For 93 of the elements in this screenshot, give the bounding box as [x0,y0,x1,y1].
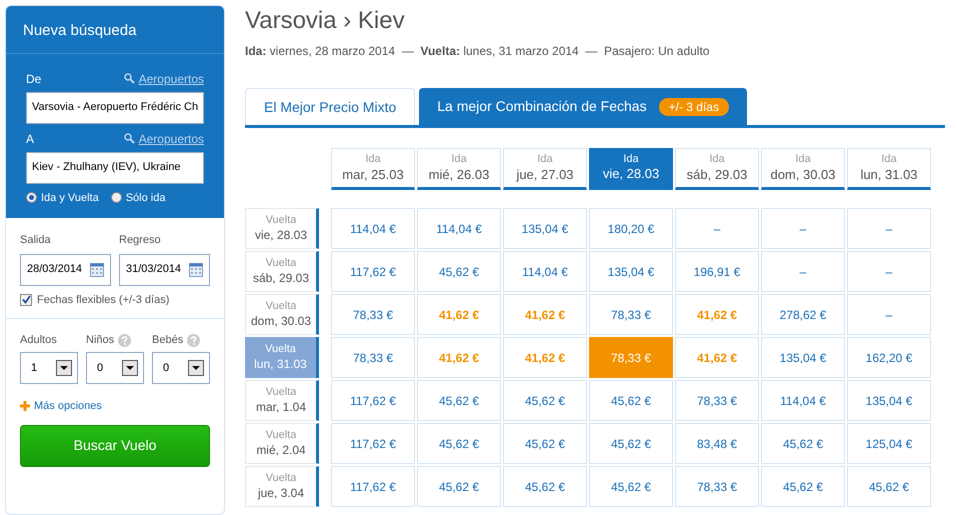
price-cell[interactable]: 114,04 € [503,251,587,292]
dropdown-icon [122,360,138,376]
airports-link[interactable]: Aeropuertos [138,70,204,88]
search-icon [124,133,135,144]
field-label: A [26,130,34,148]
price-cell[interactable]: 278,62 € [761,294,845,335]
tab[interactable]: El Mejor Precio Mixto [245,88,416,125]
price-cell[interactable]: 78,33 € [675,466,759,507]
price-cell[interactable]: 162,20 € [847,337,931,378]
price-cell[interactable]: 45,62 € [589,380,673,421]
price-cell[interactable]: – [847,294,931,335]
price-cell[interactable]: 45,62 € [589,423,673,464]
departure-date-header[interactable]: Ida vie, 28.03 [589,148,673,190]
price-cell[interactable]: 117,62 € [331,251,415,292]
origin-field[interactable]: Varsovia - Aeropuerto Frédéric Ch [26,92,204,124]
price-cell[interactable]: 45,62 € [847,466,931,507]
price-cell[interactable]: 45,62 € [761,466,845,507]
checkbox-label: Fechas flexibles (+/-3 días) [37,292,170,308]
radio-label: Ida y Vuelta [41,190,99,206]
price-cell[interactable]: 125,04 € [847,423,931,464]
checkbox[interactable] [20,294,32,306]
price-cell[interactable]: – [847,208,931,249]
price-cell[interactable]: 45,62 € [417,423,501,464]
price-cell[interactable]: 135,04 € [503,208,587,249]
price-cell[interactable]: 45,62 € [503,380,587,421]
radio-label: Sólo ida [126,190,166,206]
price-cell[interactable]: 78,33 € [589,294,673,335]
price-cell[interactable]: 45,62 € [761,423,845,464]
date-field[interactable]: 31/03/2014 [119,254,210,286]
airports-link[interactable]: Aeropuertos [138,130,204,148]
date-label: Salida [20,233,52,248]
price-cell[interactable]: 117,62 € [331,423,415,464]
price-cell[interactable]: 135,04 € [589,251,673,292]
price-cell[interactable]: 78,33 € [675,380,759,421]
radio-button[interactable] [26,192,37,204]
days-badge: +/- 3 días [658,98,729,116]
tab[interactable]: La mejor Combinación de Fechas +/- 3 días [419,88,747,125]
dropdown-icon [56,360,72,376]
price-cell[interactable]: 83,48 € [675,423,759,464]
price-cell[interactable]: 45,62 € [417,251,501,292]
field-label: De [26,70,42,88]
search-flight-button[interactable]: Buscar Vuelo [20,424,210,466]
price-cell[interactable]: 196,91 € [675,251,759,292]
more-options-link[interactable]: Más opciones [34,398,102,414]
route-title: Varsovia › Kiev [245,6,406,36]
dropdown-icon [188,360,204,376]
return-date-header[interactable]: Vuelta dom, 30.03 [245,294,319,335]
price-cell[interactable]: 114,04 € [761,380,845,421]
calendar-icon[interactable] [90,262,104,276]
trip-summary: Ida: viernes, 28 marzo 2014 — Vuelta: lunes, 31 marzo 2014 — Pasajero: Un adulto [245,43,710,60]
price-cell[interactable]: – [847,251,931,292]
price-cell[interactable]: – [675,208,759,249]
price-cell[interactable]: 45,62 € [503,423,587,464]
price-cell[interactable]: 117,62 € [331,466,415,507]
price-cell[interactable]: 78,33 € [331,294,415,335]
radio-button[interactable] [110,192,122,204]
passenger-select[interactable]: 1 [20,352,78,384]
price-cell[interactable]: 45,62 € [417,380,501,421]
price-cell[interactable]: – [761,208,845,249]
date-label: Regreso [119,233,162,248]
price-cell[interactable]: 78,33 € [331,337,415,378]
passenger-select[interactable]: 0 [152,352,210,384]
passenger-label: Bebés [152,332,184,348]
search-icon [124,73,135,84]
price-cell[interactable]: 45,62 € [503,466,587,507]
passenger-select[interactable]: 0 [86,352,144,384]
panel-title: Nueva búsqueda [23,21,138,41]
date-field[interactable]: 28/03/2014 [20,254,111,286]
return-date-header[interactable]: Vuelta sáb, 29.03 [245,251,319,292]
price-cell[interactable]: – [761,251,845,292]
price-cell[interactable]: 45,62 € [417,466,501,507]
departure-date-header[interactable]: Ida mar, 25.03 [331,148,415,190]
return-date-header[interactable]: Vuelta mar, 1.04 [245,380,319,421]
departure-date-header[interactable]: Ida sáb, 29.03 [675,148,759,190]
return-date-header[interactable]: Vuelta vie, 28.03 [245,208,319,249]
departure-date-header[interactable]: Ida mié, 26.03 [417,148,501,190]
price-cell[interactable]: 135,04 € [761,337,845,378]
destination-field[interactable]: Kiev - Zhulhany (IEV), Ukraine [26,152,204,184]
price-cell[interactable]: 45,62 € [589,466,673,507]
calendar-icon[interactable] [189,262,203,276]
departure-date-header[interactable]: Ida jue, 27.03 [503,148,587,190]
return-date-header[interactable]: Vuelta jue, 3.04 [245,466,319,507]
price-cell[interactable]: 114,04 € [331,208,415,249]
price-cell[interactable]: 114,04 € [417,208,501,249]
passenger-label: Niños [86,332,114,348]
departure-date-header[interactable]: Ida lun, 31.03 [847,148,931,190]
price-cell[interactable]: 135,04 € [847,380,931,421]
price-cell[interactable]: 180,20 € [589,208,673,249]
plus-icon [20,401,30,412]
return-date-header[interactable]: Vuelta mié, 2.04 [245,423,319,464]
price-cell[interactable]: 117,62 € [331,380,415,421]
departure-date-header[interactable]: Ida dom, 30.03 [761,148,845,190]
passenger-label: Adultos [20,332,57,348]
